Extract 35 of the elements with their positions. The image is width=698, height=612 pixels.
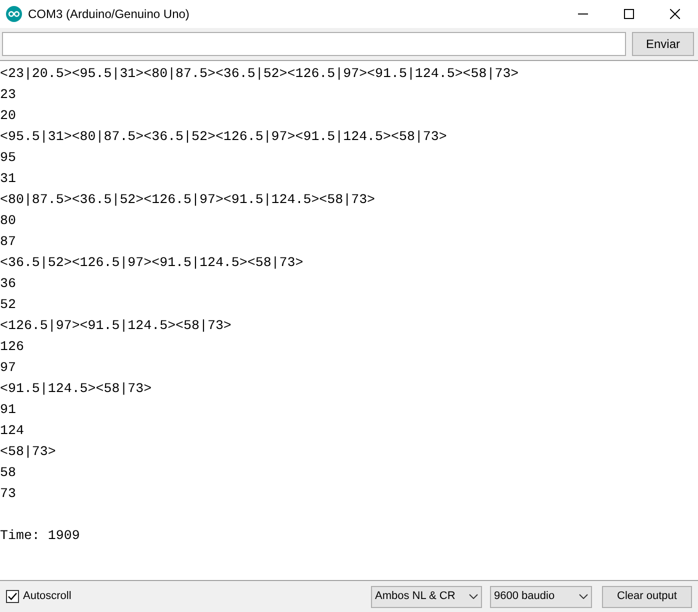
output-line: 95 xyxy=(0,149,17,167)
output-line: 126 xyxy=(0,338,25,356)
output-line: 23 xyxy=(0,86,17,104)
output-line: 87 xyxy=(0,233,17,251)
window-title: COM3 (Arduino/Genuino Uno) xyxy=(28,6,190,23)
output-line: <23|20.5><95.5|31><80|87.5><36.5|52><126.5|97><91.5|124.5><58|73> xyxy=(0,65,520,83)
send-button[interactable]: Enviar xyxy=(632,32,694,56)
app-logo-icon xyxy=(6,6,22,22)
maximize-icon[interactable] xyxy=(624,9,634,19)
chevron-down-icon xyxy=(579,594,588,599)
close-icon[interactable] xyxy=(670,9,680,19)
message-input-field[interactable] xyxy=(2,32,626,56)
output-line: <80|87.5><36.5|52><126.5|97><91.5|124.5><58|73> xyxy=(0,191,376,209)
output-line: 91 xyxy=(0,401,17,419)
clear-output-button[interactable]: Clear output xyxy=(602,586,692,608)
output-line: Time: 1909 xyxy=(0,527,81,545)
chevron-down-icon xyxy=(469,594,478,599)
output-line: <126.5|97><91.5|124.5><58|73> xyxy=(0,317,232,335)
line-ending-dropdown[interactable]: Ambos NL & CR xyxy=(371,586,482,608)
output-line: 31 xyxy=(0,170,17,188)
autoscroll-checkbox[interactable] xyxy=(6,590,19,603)
output-line: <36.5|52><126.5|97><91.5|124.5><58|73> xyxy=(0,254,304,272)
output-line: 58 xyxy=(0,464,17,482)
output-line: 80 xyxy=(0,212,17,230)
autoscroll-label: Autoscroll xyxy=(23,589,72,604)
output-line: <91.5|124.5><58|73> xyxy=(0,380,153,398)
output-line: 124 xyxy=(0,422,25,440)
output-line: 20 xyxy=(0,107,17,125)
output-line: 97 xyxy=(0,359,17,377)
output-line: <58|73> xyxy=(0,443,57,461)
output-line: 73 xyxy=(0,485,17,503)
output-line: 36 xyxy=(0,275,17,293)
baud-rate-dropdown[interactable]: 9600 baudio xyxy=(490,586,592,608)
output-line: 52 xyxy=(0,296,17,314)
output-line: <95.5|31><80|87.5><36.5|52><126.5|97><91.5|124.5><58|73> xyxy=(0,128,448,146)
